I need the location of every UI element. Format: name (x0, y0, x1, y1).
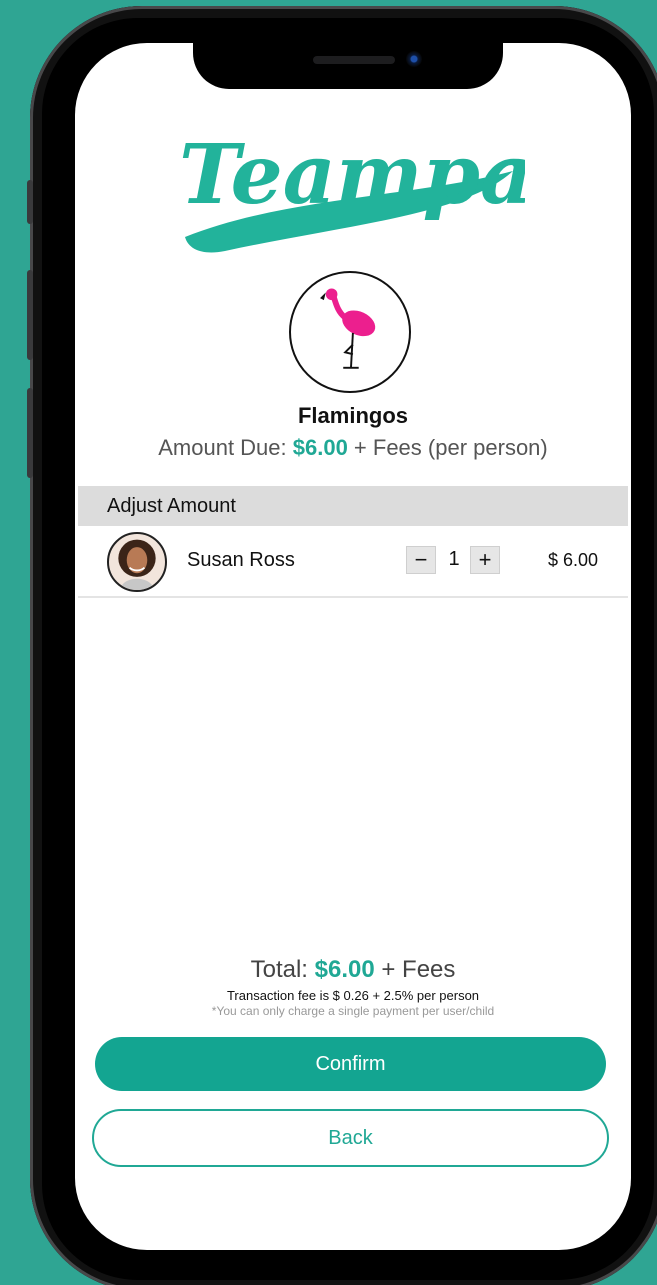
total: Total: $6.00 + Fees (75, 956, 631, 984)
volume-down-button (27, 388, 33, 478)
payment-disclaimer: *You can only charge a single payment pe… (211, 1004, 495, 1018)
decrease-button[interactable]: − (406, 546, 436, 574)
team-avatar (289, 271, 411, 393)
total-suffix: + Fees (374, 956, 456, 983)
team-name: Flamingos (297, 403, 408, 428)
increase-button[interactable]: + (470, 546, 500, 574)
amount-due-suffix: + Fees (per person) (347, 435, 548, 460)
avatar (107, 532, 167, 592)
total-label: Total: (250, 956, 315, 983)
adjust-amount-header: Adjust Amount (78, 486, 628, 526)
member-row: Susan Ross − 1 + $ 6.00 (78, 526, 628, 598)
back-button[interactable]: Back (92, 1109, 609, 1167)
transaction-fee-note: Transaction fee is $ 0.26 + 2.5% per per… (226, 988, 480, 1003)
phone-screen: Teampay Flamingos Amount Due: $6.00 + Fe… (75, 43, 631, 1250)
volume-up-button (27, 270, 33, 360)
quantity-value: 1 (448, 548, 460, 570)
svg-text:Teampay: Teampay (179, 127, 525, 223)
phone-notch (193, 43, 503, 89)
person-photo-icon (118, 539, 156, 590)
flamingo-icon (320, 288, 376, 369)
mute-switch (27, 180, 33, 224)
confirm-button[interactable]: Confirm (95, 1037, 606, 1091)
member-name: Susan Ross (187, 549, 295, 571)
line-amount: $ 6.00 (547, 550, 598, 570)
total-value: $6.00 (314, 956, 375, 983)
amount-due-value: $6.00 (292, 435, 348, 460)
amount-due-label: Amount Due: (158, 435, 293, 460)
front-camera-icon (406, 51, 422, 67)
speaker-grille (313, 56, 395, 64)
amount-due: Amount Due: $6.00 + Fees (per person) (75, 435, 631, 461)
teampay-logo: Teampay (179, 127, 525, 253)
